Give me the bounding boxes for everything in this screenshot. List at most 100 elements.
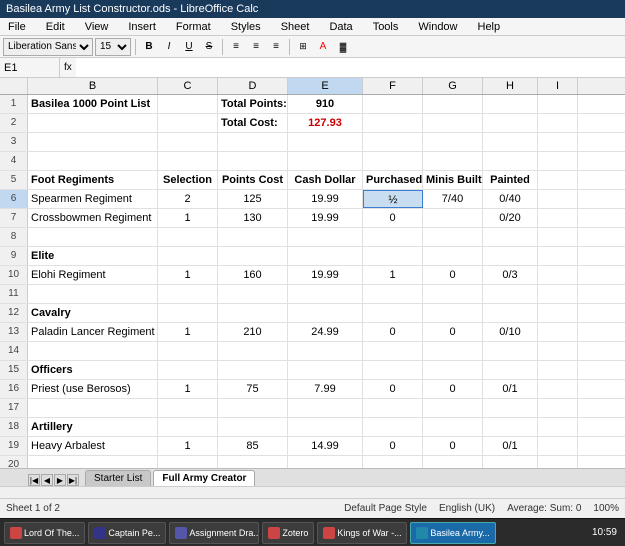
menu-item-file[interactable]: File (4, 20, 30, 34)
cell-i13[interactable] (538, 323, 578, 341)
menu-item-tools[interactable]: Tools (369, 20, 403, 34)
cell-i8[interactable] (538, 228, 578, 246)
cell-i10[interactable] (538, 266, 578, 284)
cell-h5[interactable]: Painted (483, 171, 538, 189)
cell-d19[interactable]: 85 (218, 437, 288, 455)
cell-i7[interactable] (538, 209, 578, 227)
cell-b8[interactable] (28, 228, 158, 246)
taskbar-zotero[interactable]: Zotero (262, 522, 314, 544)
merge-button[interactable]: ⊞ (294, 38, 312, 56)
cell-i9[interactable] (538, 247, 578, 265)
cell-b16[interactable]: Priest (use Berosos) (28, 380, 158, 398)
cell-f16[interactable]: 0 (363, 380, 423, 398)
cell-b10[interactable]: Elohi Regiment (28, 266, 158, 284)
cell-h8[interactable] (483, 228, 538, 246)
cell-d11[interactable] (218, 285, 288, 303)
cell-g9[interactable] (423, 247, 483, 265)
cell-i12[interactable] (538, 304, 578, 322)
cell-b13[interactable]: Paladin Lancer Regiment (28, 323, 158, 341)
cell-b6[interactable]: Spearmen Regiment (28, 190, 158, 208)
cell-c12[interactable] (158, 304, 218, 322)
cell-g4[interactable] (423, 152, 483, 170)
cell-b5[interactable]: Foot Regiments (28, 171, 158, 189)
cell-reference-input[interactable] (0, 58, 60, 77)
cell-d7[interactable]: 130 (218, 209, 288, 227)
cell-h20[interactable] (483, 456, 538, 468)
cell-d4[interactable] (218, 152, 288, 170)
cell-b12[interactable]: Cavalry (28, 304, 158, 322)
cell-c9[interactable] (158, 247, 218, 265)
cell-c20[interactable] (158, 456, 218, 468)
cell-e4[interactable] (288, 152, 363, 170)
menu-item-edit[interactable]: Edit (42, 20, 69, 34)
cell-i11[interactable] (538, 285, 578, 303)
cell-f9[interactable] (363, 247, 423, 265)
cell-h19[interactable]: 0/1 (483, 437, 538, 455)
cell-g17[interactable] (423, 399, 483, 417)
cell-b20[interactable] (28, 456, 158, 468)
cell-d5[interactable]: Points Cost (218, 171, 288, 189)
cell-c18[interactable] (158, 418, 218, 436)
cell-e20[interactable] (288, 456, 363, 468)
cell-f2[interactable] (363, 114, 423, 132)
col-header-i[interactable]: I (538, 78, 578, 94)
cell-b14[interactable] (28, 342, 158, 360)
cell-c15[interactable] (158, 361, 218, 379)
cell-e16[interactable]: 7.99 (288, 380, 363, 398)
cell-e14[interactable] (288, 342, 363, 360)
cell-h3[interactable] (483, 133, 538, 151)
menu-item-insert[interactable]: Insert (124, 20, 160, 34)
strikethrough-button[interactable]: S (200, 38, 218, 56)
cell-h6[interactable]: 0/40 (483, 190, 538, 208)
tab-last-button[interactable]: ▶| (67, 474, 79, 486)
cell-e9[interactable] (288, 247, 363, 265)
col-header-c[interactable]: C (158, 78, 218, 94)
align-center-button[interactable]: ≡ (247, 38, 265, 56)
cell-d14[interactable] (218, 342, 288, 360)
cell-g20[interactable] (423, 456, 483, 468)
cell-b15[interactable]: Officers (28, 361, 158, 379)
cell-d9[interactable] (218, 247, 288, 265)
cell-h9[interactable] (483, 247, 538, 265)
font-color-button[interactable]: A (314, 38, 332, 56)
taskbar-lord[interactable]: Lord Of The... (4, 522, 85, 544)
bg-color-button[interactable]: ▓ (334, 38, 352, 56)
cell-i19[interactable] (538, 437, 578, 455)
cell-c5[interactable]: Selection (158, 171, 218, 189)
cell-h14[interactable] (483, 342, 538, 360)
cell-c8[interactable] (158, 228, 218, 246)
cell-f4[interactable] (363, 152, 423, 170)
bold-button[interactable]: B (140, 38, 158, 56)
align-right-button[interactable]: ≡ (267, 38, 285, 56)
menu-item-help[interactable]: Help (474, 20, 505, 34)
cell-h4[interactable] (483, 152, 538, 170)
cell-c3[interactable] (158, 133, 218, 151)
cell-i3[interactable] (538, 133, 578, 151)
cell-g2[interactable] (423, 114, 483, 132)
cell-e5[interactable]: Cash Dollar (288, 171, 363, 189)
cell-f5[interactable]: Purchased (363, 171, 423, 189)
cell-e7[interactable]: 19.99 (288, 209, 363, 227)
cell-h2[interactable] (483, 114, 538, 132)
cell-g15[interactable] (423, 361, 483, 379)
cell-c19[interactable]: 1 (158, 437, 218, 455)
cell-f11[interactable] (363, 285, 423, 303)
cell-d8[interactable] (218, 228, 288, 246)
cell-i1[interactable] (538, 95, 578, 113)
tab-next-button[interactable]: ▶ (54, 474, 66, 486)
cell-d10[interactable]: 160 (218, 266, 288, 284)
cell-d16[interactable]: 75 (218, 380, 288, 398)
cell-h16[interactable]: 0/1 (483, 380, 538, 398)
cell-g11[interactable] (423, 285, 483, 303)
cell-c16[interactable]: 1 (158, 380, 218, 398)
cell-b18[interactable]: Artillery (28, 418, 158, 436)
cell-d17[interactable] (218, 399, 288, 417)
cell-c14[interactable] (158, 342, 218, 360)
cell-e18[interactable] (288, 418, 363, 436)
cell-f15[interactable] (363, 361, 423, 379)
tab-prev-button[interactable]: ◀ (41, 474, 53, 486)
cell-f1[interactable] (363, 95, 423, 113)
cell-d6[interactable]: 125 (218, 190, 288, 208)
cell-g14[interactable] (423, 342, 483, 360)
cell-i20[interactable] (538, 456, 578, 468)
